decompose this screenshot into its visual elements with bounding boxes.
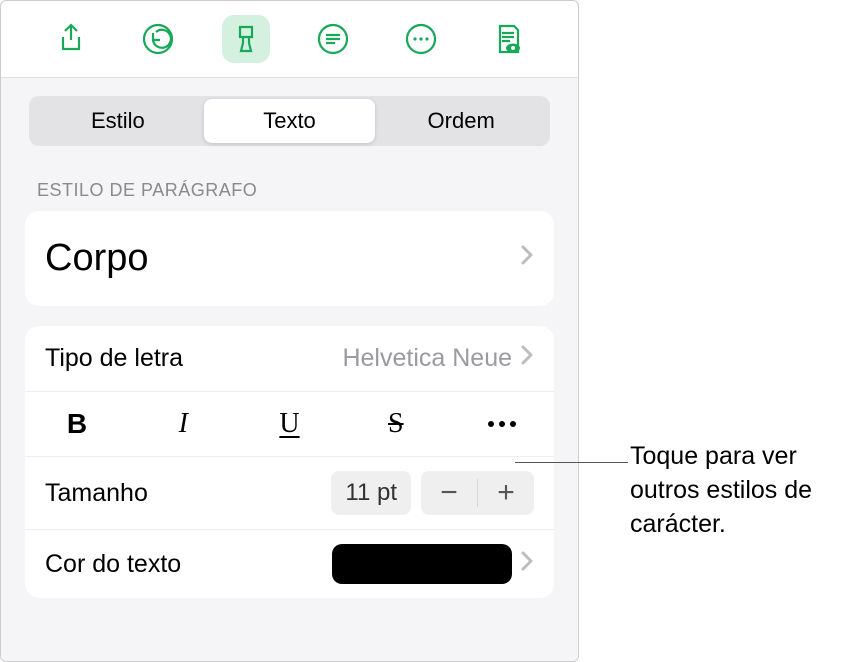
more-icon (404, 22, 438, 56)
chevron-right-icon (520, 550, 534, 579)
tab-order[interactable]: Ordem (375, 99, 547, 143)
share-button[interactable] (47, 15, 95, 63)
paragraph-style-card: Corpo (25, 211, 554, 306)
paragraph-style-row[interactable]: Corpo (25, 211, 554, 306)
format-button[interactable] (222, 15, 270, 63)
format-panel: Estilo Texto Ordem ESTILO DE PARÁGRAFO C… (0, 0, 579, 662)
insert-button[interactable] (309, 15, 357, 63)
size-value-box[interactable]: 11 pt (331, 471, 411, 515)
strikethrough-button[interactable]: S (368, 404, 424, 444)
callout-text: Toque para ver outros estilos de carácte… (630, 440, 860, 541)
font-row[interactable]: Tipo de letra Helvetica Neue (25, 326, 554, 391)
underline-button[interactable]: U (262, 404, 318, 444)
paragraph-style-value: Corpo (45, 237, 520, 280)
text-color-row[interactable]: Cor do texto (25, 529, 554, 598)
color-swatch (332, 544, 512, 584)
callout-leader-line (515, 462, 628, 463)
size-decrease-button[interactable]: − (421, 471, 477, 515)
chevron-right-icon (520, 244, 534, 273)
size-increase-button[interactable]: + (478, 471, 534, 515)
ellipsis-icon (488, 421, 516, 427)
tab-text[interactable]: Texto (204, 99, 376, 143)
more-styles-button[interactable] (474, 404, 530, 444)
more-button[interactable] (397, 15, 445, 63)
chevron-right-icon (520, 344, 534, 373)
undo-button[interactable] (134, 15, 182, 63)
share-icon (55, 23, 87, 55)
brush-icon (230, 23, 262, 55)
segmented-control: Estilo Texto Ordem (29, 96, 550, 146)
text-style-buttons: B I U S (25, 391, 554, 456)
bold-button[interactable]: B (49, 404, 105, 444)
font-label: Tipo de letra (45, 344, 342, 373)
size-row: Tamanho 11 pt − + (25, 456, 554, 529)
undo-icon (141, 22, 175, 56)
paragraph-style-header: ESTILO DE PARÁGRAFO (37, 180, 542, 201)
font-card: Tipo de letra Helvetica Neue B I U S Tam (25, 326, 554, 598)
italic-button[interactable]: I (155, 404, 211, 444)
text-color-label: Cor do texto (45, 550, 332, 579)
view-button[interactable] (484, 15, 532, 63)
top-toolbar (1, 1, 578, 78)
list-icon (316, 22, 350, 56)
size-stepper: − + (421, 471, 534, 515)
panel-content: Estilo Texto Ordem ESTILO DE PARÁGRAFO C… (1, 78, 578, 661)
tab-style[interactable]: Estilo (32, 99, 204, 143)
size-label: Tamanho (45, 479, 331, 508)
font-value: Helvetica Neue (342, 344, 512, 373)
document-view-icon (492, 23, 524, 55)
